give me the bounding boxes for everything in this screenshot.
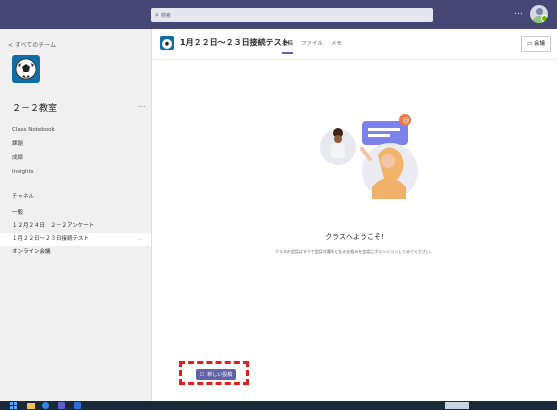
top-bar: ⌕ 検索 …: [0, 0, 557, 29]
system-tray[interactable]: [445, 402, 469, 409]
all-teams-link[interactable]: < すべてのチーム: [8, 40, 56, 49]
search-box[interactable]: ⌕ 検索: [151, 8, 433, 22]
welcome-illustration: @: [320, 114, 418, 199]
team-sidebar: < すべてのチーム ２－２教室 … Class Notebook 課題 成績 I…: [0, 29, 152, 401]
tab-posts[interactable]: 投稿: [282, 39, 294, 54]
search-placeholder: 検索: [160, 12, 171, 19]
channel-header: 1月２２日～２３日接続テスト 投稿 ファイル メモ ▭ 会議: [152, 29, 557, 60]
channel-item-general[interactable]: 一般: [0, 207, 151, 220]
svg-text:@: @: [403, 117, 410, 125]
link-assignments[interactable]: 課題: [12, 137, 55, 151]
soccer-ball-icon: [162, 39, 172, 49]
welcome-title: クラスへようこそ!: [325, 233, 384, 241]
os-taskbar: [0, 401, 557, 410]
more-options-icon[interactable]: …: [514, 7, 523, 17]
channels-header: チャネル: [12, 194, 34, 200]
channel-title: 1月２２日～２３日接続テスト: [180, 38, 290, 47]
link-class-notebook[interactable]: Class Notebook: [12, 123, 55, 137]
team-logo: [12, 55, 40, 83]
channel-tabs: 投稿 ファイル メモ: [282, 39, 342, 54]
tab-files[interactable]: ファイル: [301, 39, 323, 47]
channel-list: 一般 １２月２４日 ２－２アンケート １月２２日～２３日接続テスト … オンライ…: [0, 207, 151, 259]
soccer-ball-icon: [15, 58, 37, 80]
browser-icon[interactable]: [42, 402, 49, 409]
word-app-icon[interactable]: [74, 402, 81, 409]
channel-item-connection-test[interactable]: １月２２日～２３日接続テスト …: [0, 233, 151, 246]
team-name: ２－２教室: [12, 104, 58, 114]
windows-start-icon[interactable]: [10, 402, 17, 409]
channel-item-survey[interactable]: １２月２４日 ２－２アンケート: [0, 220, 151, 233]
presence-icon: [541, 15, 548, 22]
meet-button[interactable]: ▭ 会議: [521, 36, 551, 52]
channel-team-logo: [160, 36, 174, 50]
new-post-highlight: ☐ 新しい投稿: [179, 361, 249, 385]
channel-item-online-meeting[interactable]: オンライン会議: [0, 246, 151, 259]
video-camera-icon: ▭: [527, 41, 533, 47]
new-post-button[interactable]: ☐ 新しい投稿: [196, 369, 236, 380]
link-insights[interactable]: Insights: [12, 165, 55, 179]
team-links: Class Notebook 課題 成績 Insights: [12, 123, 55, 179]
user-avatar[interactable]: [530, 5, 548, 23]
team-more-icon[interactable]: …: [138, 100, 146, 109]
channel-more-icon[interactable]: …: [138, 233, 144, 246]
channel-main: 1月２２日～２３日接続テスト 投稿 ファイル メモ ▭ 会議 @ クラスへようこ…: [152, 29, 557, 401]
file-explorer-icon[interactable]: [27, 402, 35, 409]
link-grades[interactable]: 成績: [12, 151, 55, 165]
welcome-subtitle: クラスの会話はすべて会話の場所となる仕組みを会話にボメンションしてみてください。: [274, 249, 435, 254]
teams-app-icon[interactable]: [58, 402, 65, 409]
compose-icon: ☐: [199, 371, 205, 378]
search-icon: ⌕: [155, 10, 159, 19]
tab-notes[interactable]: メモ: [331, 39, 342, 47]
